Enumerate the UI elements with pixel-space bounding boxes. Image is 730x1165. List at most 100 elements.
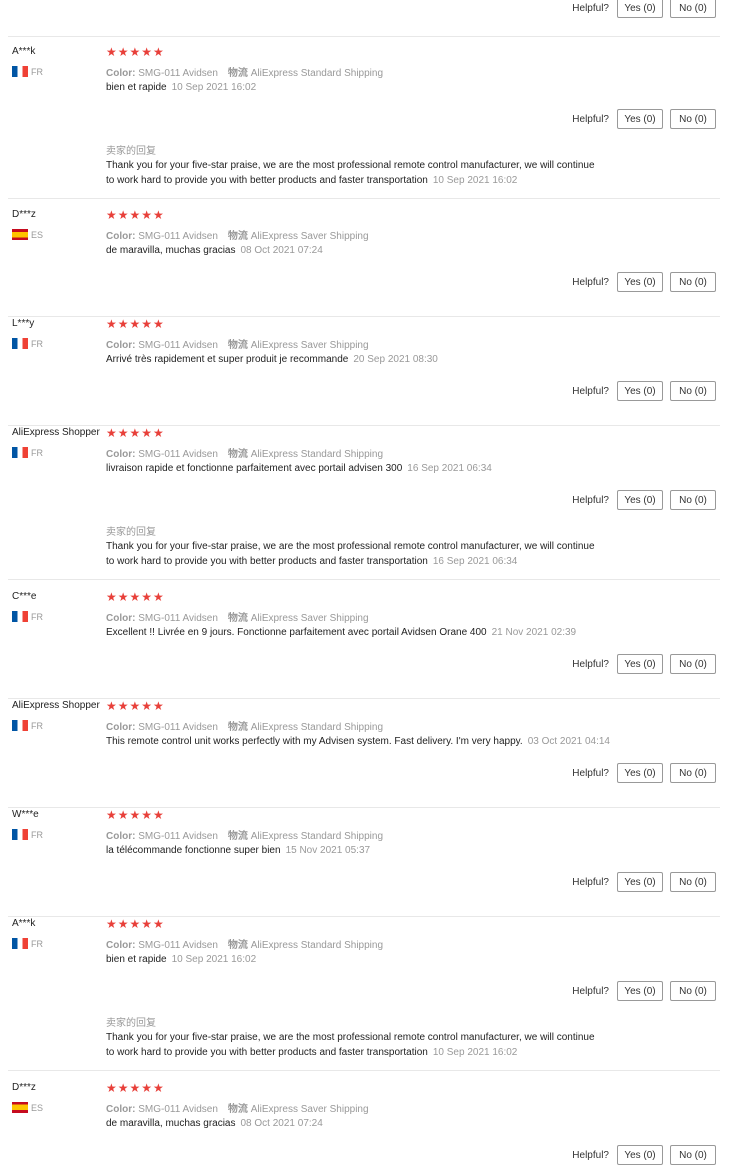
- helpful-yes-button[interactable]: Yes (0): [617, 763, 663, 783]
- helpful-label: Helpful?: [572, 767, 609, 779]
- seller-reply-text: Thank you for your five-star praise, we …: [106, 1030, 626, 1060]
- reviewer-country: FR: [12, 829, 43, 840]
- reviewer-name: D***z: [12, 1082, 36, 1093]
- review-date: 03 Oct 2021 04:14: [527, 736, 610, 747]
- helpful-label: Helpful?: [572, 385, 609, 397]
- reviewer-country: FR: [12, 938, 43, 949]
- helpful-yes-button[interactable]: Yes (0): [617, 272, 663, 292]
- review-meta: Color: SMG-011 Avidsen 物流 AliExpress Save…: [106, 227, 369, 242]
- color-key: Color:: [106, 68, 136, 79]
- logistics-key: 物流: [227, 722, 248, 733]
- helpful-no-button[interactable]: No (0): [670, 381, 716, 401]
- review-content: la télécommande fonctionne super bien 15 …: [106, 845, 370, 856]
- helpful-yes-button[interactable]: Yes (0): [617, 381, 663, 401]
- shipping-method: AliExpress Saver Shipping: [250, 613, 369, 624]
- seller-reply-line2: to work hard to provide you with better …: [106, 556, 428, 567]
- helpful-no-button[interactable]: No (0): [670, 654, 716, 674]
- seller-reply-line2: to work hard to provide you with better …: [106, 1047, 428, 1058]
- country-code: FR: [31, 829, 43, 840]
- country-flag-icon: [12, 447, 28, 458]
- shipping-method: AliExpress Saver Shipping: [250, 231, 369, 242]
- shipping-method: AliExpress Standard Shipping: [250, 831, 384, 842]
- color-value: SMG-011 Avidsen: [138, 68, 218, 79]
- color-key: Color:: [106, 1104, 136, 1115]
- helpful-yes-button[interactable]: Yes (0): [617, 0, 663, 18]
- helpful-no-button[interactable]: No (0): [670, 1145, 716, 1165]
- helpful-yes-button[interactable]: Yes (0): [617, 1145, 663, 1165]
- seller-reply-line1: Thank you for your five-star praise, we …: [106, 1032, 595, 1043]
- rating-stars: ★★★★★: [106, 590, 165, 604]
- review-text: bien et rapide: [106, 82, 167, 93]
- review-meta: Color: SMG-011 Avidsen 物流 AliExpress Stan…: [106, 445, 383, 460]
- rating-stars: ★★★★★: [106, 208, 165, 222]
- review-text: This remote control unit works perfectly…: [106, 736, 523, 747]
- helpful-row: Helpful? Yes (0) No (0): [572, 490, 716, 510]
- review-meta: Color: SMG-011 Avidsen 物流 AliExpress Save…: [106, 336, 369, 351]
- review-date: 10 Sep 2021 16:02: [171, 954, 257, 965]
- helpful-yes-button[interactable]: Yes (0): [617, 109, 663, 129]
- review-meta: Color: SMG-011 Avidsen 物流 AliExpress Stan…: [106, 64, 383, 79]
- rating-stars: ★★★★★: [106, 1081, 165, 1095]
- review-date: 08 Oct 2021 07:24: [240, 245, 323, 256]
- review-date: 16 Sep 2021 06:34: [407, 463, 492, 474]
- color-key: Color:: [106, 831, 136, 842]
- rating-stars: ★★★★★: [106, 699, 165, 713]
- review-divider: [8, 1070, 720, 1071]
- country-code: FR: [31, 938, 43, 949]
- helpful-no-button[interactable]: No (0): [670, 109, 716, 129]
- helpful-row: Helpful? Yes (0) No (0): [572, 272, 716, 292]
- review-text: Arrivé très rapidement et super produit …: [106, 354, 349, 365]
- helpful-no-button[interactable]: No (0): [670, 490, 716, 510]
- country-flag-icon: [12, 720, 28, 731]
- helpful-label: Helpful?: [572, 1149, 609, 1161]
- seller-reply-text: Thank you for your five-star praise, we …: [106, 539, 626, 569]
- reviewer-country: FR: [12, 720, 43, 731]
- rating-stars: ★★★★★: [106, 317, 165, 331]
- review-content: de maravilla, muchas gracias 08 Oct 2021 …: [106, 1118, 323, 1129]
- seller-reply-line2: to work hard to provide you with better …: [106, 175, 428, 186]
- rating-stars: ★★★★★: [106, 808, 165, 822]
- color-key: Color:: [106, 340, 136, 351]
- helpful-no-button[interactable]: No (0): [670, 0, 716, 18]
- review-text: de maravilla, muchas gracias: [106, 245, 236, 256]
- helpful-yes-button[interactable]: Yes (0): [617, 654, 663, 674]
- seller-reply-title: 卖家的回复: [106, 146, 156, 157]
- review-date: 20 Sep 2021 08:30: [353, 354, 438, 365]
- review-text: livraison rapide et fonctionne parfaitem…: [106, 463, 403, 474]
- helpful-label: Helpful?: [572, 2, 609, 14]
- helpful-no-button[interactable]: No (0): [670, 272, 716, 292]
- logistics-key: 物流: [227, 613, 248, 624]
- country-flag-icon: [12, 1102, 28, 1113]
- rating-stars: ★★★★★: [106, 917, 165, 931]
- helpful-row: Helpful? Yes (0) No (0): [572, 763, 716, 783]
- helpful-yes-button[interactable]: Yes (0): [617, 981, 663, 1001]
- country-code: ES: [31, 1102, 44, 1113]
- color-value: SMG-011 Avidsen: [138, 1104, 218, 1115]
- color-value: SMG-011 Avidsen: [138, 940, 218, 951]
- reviewer-name: C***e: [12, 591, 37, 602]
- shipping-method: AliExpress Standard Shipping: [250, 722, 384, 733]
- country-code: FR: [31, 447, 43, 458]
- country-code: FR: [31, 338, 43, 349]
- review-text: la télécommande fonctionne super bien: [106, 845, 281, 856]
- color-value: SMG-011 Avidsen: [138, 613, 218, 624]
- seller-reply-text: Thank you for your five-star praise, we …: [106, 158, 626, 188]
- helpful-yes-button[interactable]: Yes (0): [617, 872, 663, 892]
- logistics-key: 物流: [227, 1104, 248, 1115]
- review-meta: Color: SMG-011 Avidsen 物流 AliExpress Stan…: [106, 827, 383, 842]
- reviewer-country: FR: [12, 447, 43, 458]
- reviews-page: Helpful? Yes (0) No (0) A***k FR ★★★★★ Colo…: [0, 0, 730, 1165]
- shipping-method: AliExpress Standard Shipping: [250, 68, 384, 79]
- shipping-method: AliExpress Standard Shipping: [250, 940, 384, 951]
- helpful-yes-button[interactable]: Yes (0): [617, 490, 663, 510]
- reviewer-name: A***k: [12, 46, 36, 57]
- country-flag-icon: [12, 338, 28, 349]
- review-divider: [8, 579, 720, 580]
- reviewer-country: FR: [12, 66, 43, 77]
- helpful-no-button[interactable]: No (0): [670, 763, 716, 783]
- country-flag-icon: [12, 829, 28, 840]
- reviewer-name: W***e: [12, 809, 39, 820]
- review-content: de maravilla, muchas gracias 08 Oct 2021 …: [106, 245, 323, 256]
- helpful-no-button[interactable]: No (0): [670, 872, 716, 892]
- helpful-no-button[interactable]: No (0): [670, 981, 716, 1001]
